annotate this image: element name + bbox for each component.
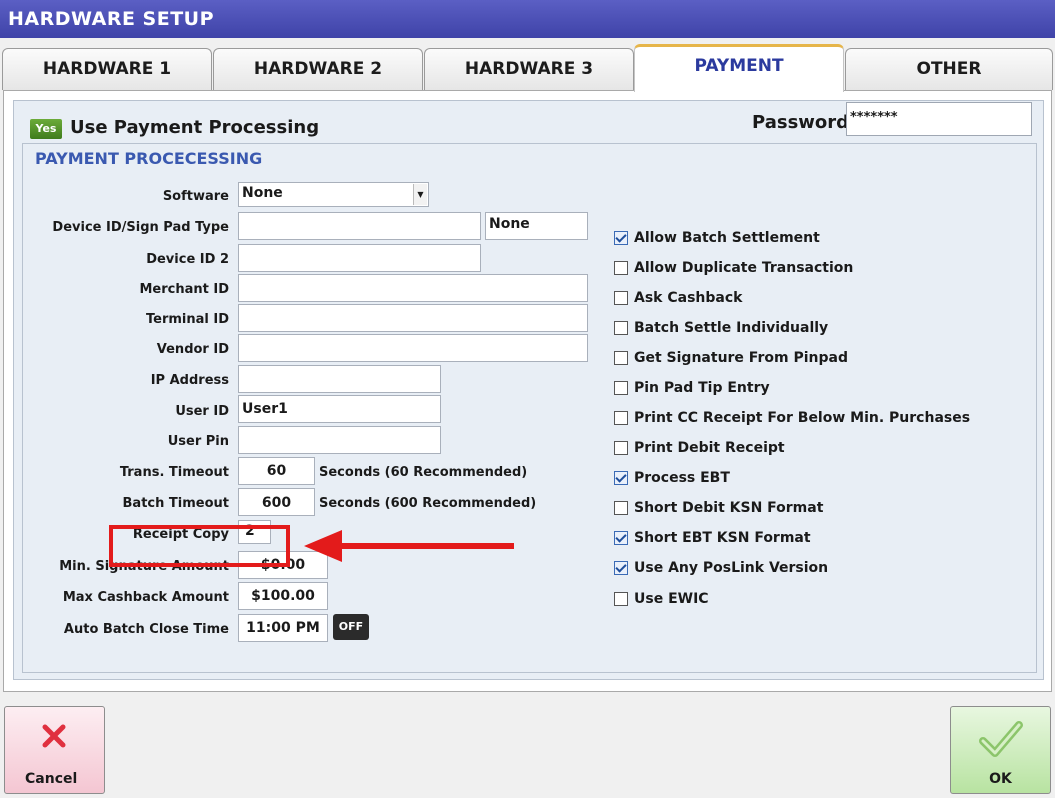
chevron-down-icon[interactable]: ▼ [413,184,427,205]
receipt-copy-highlight [109,525,290,567]
checkbox-box[interactable] [614,411,628,425]
checkbox-use-ewic[interactable]: Use EWIC [614,589,709,609]
user-pin-label: User Pin [167,434,229,449]
device-id2-input[interactable] [238,244,481,272]
checkbox-box[interactable] [614,321,628,335]
max-cashback-label: Max Cashback Amount [62,590,229,605]
merchant-id-input[interactable] [238,274,588,302]
tab-other[interactable]: OTHER [845,48,1053,90]
checkbox-box[interactable] [614,531,628,545]
batch-timeout-label: Batch Timeout [122,496,229,511]
ok-button[interactable]: OK [950,706,1051,794]
checkbox-box[interactable] [614,261,628,275]
device-id2-label: Device ID 2 [146,252,229,267]
use-payment-label: Use Payment Processing [70,117,320,138]
ip-address-label: IP Address [150,373,229,388]
checkbox-allow-duplicate-transaction[interactable]: Allow Duplicate Transaction [614,258,853,278]
checkbox-use-any-poslink[interactable]: Use Any PosLink Version [614,558,828,578]
trans-timeout-input[interactable]: 60 [238,457,315,485]
device-type-input[interactable] [238,212,481,240]
trans-timeout-label: Trans. Timeout [119,465,229,480]
vendor-id-input[interactable] [238,334,588,362]
arrow-left-icon [304,530,514,562]
auto-batch-toggle[interactable]: OFF [333,614,369,640]
max-cashback-input[interactable]: $100.00 [238,582,328,610]
payment-inner: Yes Use Payment Processing Password ****… [13,100,1044,680]
checkbox-box[interactable] [614,231,628,245]
user-pin-input[interactable] [238,426,441,454]
auto-batch-label: Auto Batch Close Time [63,622,229,637]
software-select[interactable]: None ▼ [238,182,429,207]
checkbox-process-ebt[interactable]: Process EBT [614,468,730,488]
checkbox-allow-batch-settlement[interactable]: Allow Batch Settlement [614,228,820,248]
merchant-id-label: Merchant ID [139,282,229,297]
cancel-button[interactable]: Cancel [4,706,105,794]
checkbox-short-debit-ksn[interactable]: Short Debit KSN Format [614,498,823,518]
payment-panel: Yes Use Payment Processing Password ****… [3,90,1052,692]
terminal-id-input[interactable] [238,304,588,332]
use-payment-toggle[interactable]: Yes [30,119,62,139]
tab-payment[interactable]: PAYMENT [634,44,844,92]
checkbox-box[interactable] [614,351,628,365]
auto-batch-time-input[interactable]: 11:00 PM [238,614,328,642]
window-title: HARDWARE SETUP [0,0,1055,38]
checkmark-icon [979,721,1023,757]
software-value: None [242,185,283,201]
checkbox-get-signature-from-pinpad[interactable]: Get Signature From Pinpad [614,348,848,368]
batch-timeout-hint: Seconds (600 Recommended) [319,496,537,511]
close-icon [42,724,66,748]
tab-hardware-3[interactable]: HARDWARE 3 [424,48,634,90]
password-input[interactable]: ******* [846,102,1032,136]
ok-label: OK [989,771,1012,787]
software-label: Software [162,189,229,204]
vendor-id-label: Vendor ID [156,342,229,357]
password-label: Password [752,112,850,133]
terminal-id-label: Terminal ID [145,312,229,327]
tab-bar: HARDWARE 1 HARDWARE 2 HARDWARE 3 PAYMENT… [0,44,1055,92]
tab-hardware-2[interactable]: HARDWARE 2 [213,48,423,90]
checkbox-box[interactable] [614,441,628,455]
checkbox-box[interactable] [614,592,628,606]
checkbox-box[interactable] [614,501,628,515]
checkbox-box[interactable] [614,291,628,305]
checkbox-ask-cashback[interactable]: Ask Cashback [614,288,742,308]
checkbox-box[interactable] [614,471,628,485]
device-type-label: Device ID/Sign Pad Type [52,220,229,235]
tab-hardware-1[interactable]: HARDWARE 1 [2,48,212,90]
user-id-label: User ID [175,404,229,419]
device-type-extra[interactable]: None [485,212,588,240]
checkbox-print-cc-receipt[interactable]: Print CC Receipt For Below Min. Purchase… [614,408,970,428]
checkbox-batch-settle-individually[interactable]: Batch Settle Individually [614,318,828,338]
user-id-input[interactable]: User1 [238,395,441,423]
checkbox-box[interactable] [614,561,628,575]
trans-timeout-hint: Seconds (60 Recommended) [319,465,528,480]
batch-timeout-input[interactable]: 600 [238,488,315,516]
ip-address-input[interactable] [238,365,441,393]
checkbox-pin-pad-tip-entry[interactable]: Pin Pad Tip Entry [614,378,770,398]
checkbox-print-debit-receipt[interactable]: Print Debit Receipt [614,438,785,458]
cancel-label: Cancel [25,771,78,787]
checkbox-short-ebt-ksn[interactable]: Short EBT KSN Format [614,528,811,548]
section-title: PAYMENT PROCECESSING [35,149,263,168]
checkbox-box[interactable] [614,381,628,395]
